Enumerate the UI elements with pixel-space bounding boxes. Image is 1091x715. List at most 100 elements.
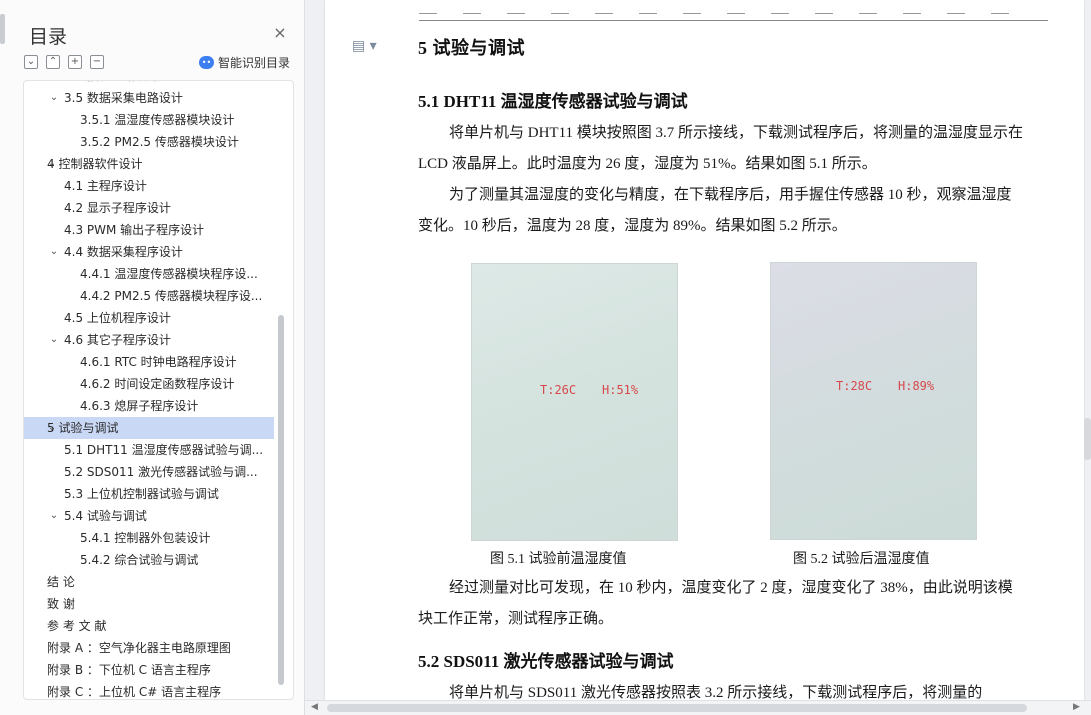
toc-item-label: 4.6.3 熄屏子程序设计 xyxy=(80,399,199,413)
chevron-down-icon[interactable]: ⌄ xyxy=(48,505,60,527)
toc-item[interactable]: 附录 B ：下位机 C 语言主程序 xyxy=(24,659,274,681)
chevron-down-icon[interactable]: ⌄ xyxy=(48,87,60,109)
paragraph-2: 为了测量其温湿度的变化与精度，在下载程序后，用手握住传感器 10 秒，观察温湿度… xyxy=(418,180,1024,242)
toc-item-label: 3.5.1 温湿度传感器模块设计 xyxy=(80,113,235,127)
toc-item-label: 4.4.1 温湿度传感器模块程序设... xyxy=(80,267,258,281)
lcd-humidity-after: H:89% xyxy=(898,379,935,393)
toc-item[interactable]: 致 谢 xyxy=(24,593,274,615)
horizontal-scrollbar[interactable]: ◀ ▶ xyxy=(305,700,1091,715)
toc-item-label: 3.5.2 PM2.5 传感器模块设计 xyxy=(80,135,239,149)
toc-item[interactable]: 3.5.1 温湿度传感器模块设计 xyxy=(24,109,274,131)
toc-item[interactable]: 4.2 显示子程序设计 xyxy=(24,197,274,219)
lcd-photo-before: T:26C H:51% xyxy=(471,263,678,541)
document-icon[interactable]: ▤ ▾ xyxy=(352,38,377,54)
previous-page-residue xyxy=(419,0,1048,14)
smart-toc-label: 智能识别目录 xyxy=(218,56,291,70)
toc-navigation-pane: 目录 × ⌄ ⌃ + − •• 智能识别目录 3.4 按键电路设计 ⌄ 3.5 数据… xyxy=(0,0,305,715)
toc-item-label: 4.6.2 时间设定函数程序设计 xyxy=(80,377,235,391)
toc-item[interactable]: 4.6.1 RTC 时钟电路程序设计 xyxy=(24,351,274,373)
toc-item[interactable]: ⌄ 5.4 试验与调试 xyxy=(24,505,274,527)
lcd-photo-after: T:28C H:89% xyxy=(770,262,977,540)
robot-icon: •• xyxy=(199,56,214,69)
toc-item-selected[interactable]: ⌄ 5 试验与调试 xyxy=(24,417,274,439)
toc-title: 目录 xyxy=(29,26,68,48)
lcd-temperature-after: T:28C xyxy=(836,379,873,393)
toc-item-label: 致 谢 xyxy=(47,597,75,611)
close-icon[interactable]: × xyxy=(272,25,288,41)
section-5-2-heading: 5.2 SDS011 激光传感器试验与调试 xyxy=(418,652,674,671)
paragraph-3: 经过测量对比可发现，在 10 秒内，温度变化了 2 度，湿度变化了 38%，由此… xyxy=(418,573,1024,635)
toc-item[interactable]: 附录 A ：空气净化器主电路原理图 xyxy=(24,637,274,659)
toc-item[interactable]: ⌄ 4.6 其它子程序设计 xyxy=(24,329,274,351)
paragraph-3-text: 经过测量对比可发现，在 10 秒内，温度变化了 2 度，湿度变化了 38%，由此… xyxy=(418,580,1013,627)
toc-item-label: 4.4.2 PM2.5 传感器模块程序设... xyxy=(80,289,263,303)
collapse-all-button[interactable]: ⌄ xyxy=(24,55,38,69)
toc-item[interactable]: 5.4.1 控制器外包装设计 xyxy=(24,527,274,549)
toc-item-label: 附录 A ：空气净化器主电路原理图 xyxy=(47,641,231,655)
toc-item[interactable]: 4.6.2 时间设定函数程序设计 xyxy=(24,373,274,395)
toc-item-label: 4 控制器软件设计 xyxy=(47,157,143,171)
toc-item-label: 附录 C ：上位机 C# 语言主程序 xyxy=(47,685,222,699)
toc-item[interactable]: 3.5.2 PM2.5 传感器模块设计 xyxy=(24,131,274,153)
toc-item[interactable]: 4.3 PWM 输出子程序设计 xyxy=(24,219,274,241)
paragraph-1: 将单片机与 DHT11 模块按照图 3.7 所示接线，下载测试程序后，将测量的温… xyxy=(418,118,1024,180)
toc-scrollbar[interactable] xyxy=(276,83,286,697)
figure-5-1-caption: 图 5.1 试验前温湿度值 xyxy=(490,552,627,567)
toc-item[interactable]: 5.1 DHT11 温湿度传感器试验与调... xyxy=(24,439,274,461)
lcd-temperature-before: T:26C xyxy=(540,383,577,397)
toc-item[interactable]: 参 考 文 献 xyxy=(24,615,274,637)
toc-tree: 3.4 按键电路设计 ⌄ 3.5 数据采集电路设计 3.5.1 温湿度传感器模块设计 3… xyxy=(23,80,294,700)
chevron-down-icon[interactable]: ⌄ xyxy=(48,241,60,263)
paragraph-2-text: 为了测量其温湿度的变化与精度，在下载程序后，用手握住传感器 10 秒，观察温湿度… xyxy=(418,187,1012,234)
toc-item-label: 5.3 上位机控制器试验与调试 xyxy=(64,487,219,501)
toc-item[interactable]: 4.1 主程序设计 xyxy=(24,175,274,197)
toc-toolbar: ⌄ ⌃ + − xyxy=(24,55,104,69)
toc-item-label: 4.6.1 RTC 时钟电路程序设计 xyxy=(80,355,237,369)
figure-5-2-caption: 图 5.2 试验后温湿度值 xyxy=(793,552,930,567)
section-5-1-heading: 5.1 DHT11 温湿度传感器试验与调试 xyxy=(418,92,688,111)
scroll-right-icon[interactable]: ▶ xyxy=(1073,702,1080,712)
toc-item[interactable]: ⌄ 4 控制器软件设计 xyxy=(24,153,274,175)
toc-item[interactable]: 5.3 上位机控制器试验与调试 xyxy=(24,483,274,505)
toc-item[interactable]: 附录 C ：上位机 C# 语言主程序 xyxy=(24,681,274,699)
expand-button[interactable]: + xyxy=(68,55,82,69)
toc-item-label: 5.4.1 控制器外包装设计 xyxy=(80,531,211,545)
smart-toc-button[interactable]: •• 智能识别目录 xyxy=(199,54,290,71)
document-page: ▤ ▾ 5 试验与调试 5.1 DHT11 温湿度传感器试验与调试 将单片机与 … xyxy=(325,0,1084,701)
toc-item-label: 5.4.2 综合试验与调试 xyxy=(80,553,199,567)
document-scrollbar-thumb[interactable] xyxy=(1084,418,1091,460)
horizontal-scrollbar-thumb[interactable] xyxy=(327,704,1027,712)
toc-list: 3.4 按键电路设计 ⌄ 3.5 数据采集电路设计 3.5.1 温湿度传感器模块设计 3… xyxy=(24,81,274,699)
chevron-down-icon[interactable]: ⌄ xyxy=(48,329,60,351)
toc-scrollbar-thumb[interactable] xyxy=(278,315,284,685)
paragraph-1-text: 将单片机与 DHT11 模块按照图 3.7 所示接线，下载测试程序后，将测量的温… xyxy=(418,125,1024,172)
toc-item-label: 参 考 文 献 xyxy=(47,619,107,633)
collapse-button[interactable]: − xyxy=(90,55,104,69)
toc-item-label: 4.1 主程序设计 xyxy=(64,179,147,193)
toc-item-label: 3.4 按键电路设计 xyxy=(64,81,159,87)
toc-item[interactable]: 4.6.3 熄屏子程序设计 xyxy=(24,395,274,417)
chapter-heading: 5 试验与调试 xyxy=(418,38,525,58)
toc-item-label: 5 试验与调试 xyxy=(47,421,119,435)
toc-item[interactable]: 5.2 SDS011 激光传感器试验与调... xyxy=(24,461,274,483)
up-level-button[interactable]: ⌃ xyxy=(46,55,60,69)
pane-edge-handle[interactable] xyxy=(0,14,5,44)
toc-item[interactable]: 5.4.2 综合试验与调试 xyxy=(24,549,274,571)
toc-item-label: 4.4 数据采集程序设计 xyxy=(64,245,183,259)
lcd-humidity-before: H:51% xyxy=(602,383,639,397)
paragraph-4-text: 将单片机与 SDS011 激光传感器按照表 3.2 所示接线，下载测试程序后，将… xyxy=(449,685,983,701)
toc-item[interactable]: 4.4.1 温湿度传感器模块程序设... xyxy=(24,263,274,285)
toc-item-label: 4.5 上位机程序设计 xyxy=(64,311,171,325)
toc-item[interactable]: 3.4 按键电路设计 xyxy=(24,81,274,87)
toc-item[interactable]: 4.5 上位机程序设计 xyxy=(24,307,274,329)
toc-item[interactable]: 结 论 xyxy=(24,571,274,593)
header-rule xyxy=(419,20,1048,21)
toc-item-label: 4.6 其它子程序设计 xyxy=(64,333,171,347)
toc-item-label: 5.1 DHT11 温湿度传感器试验与调... xyxy=(64,443,264,457)
toc-item[interactable]: ⌄ 4.4 数据采集程序设计 xyxy=(24,241,274,263)
toc-item[interactable]: 4.4.2 PM2.5 传感器模块程序设... xyxy=(24,285,274,307)
toc-item-label: 4.3 PWM 输出子程序设计 xyxy=(64,223,205,237)
scroll-left-icon[interactable]: ◀ xyxy=(311,702,318,712)
toc-item[interactable]: ⌄ 3.5 数据采集电路设计 xyxy=(24,87,274,109)
toc-item-label: 5.4 试验与调试 xyxy=(64,509,147,523)
